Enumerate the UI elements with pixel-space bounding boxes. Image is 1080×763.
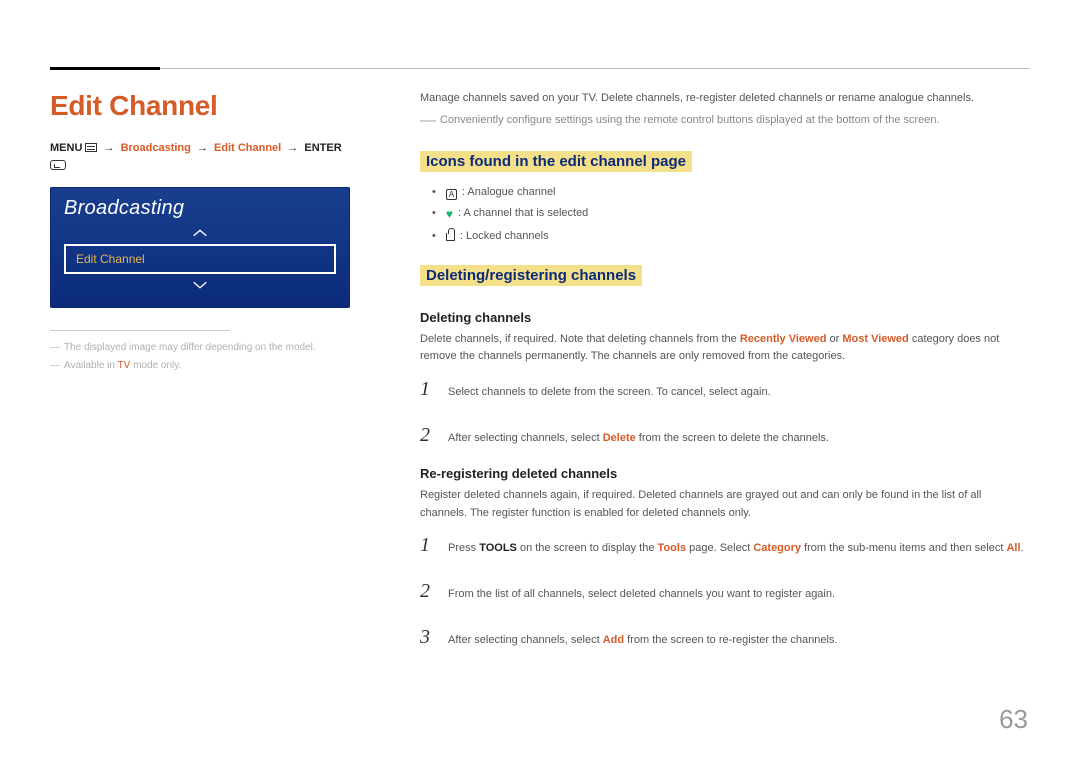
footnote-divider [50,330,230,331]
reregister-text: Register deleted channels again, if requ… [420,487,1030,522]
chevron-up-icon [64,226,336,242]
breadcrumb: MENU → Broadcasting → Edit Channel → ENT… [50,140,350,175]
lock-icon [446,233,455,241]
deleting-channels-text: Delete channels, if required. Note that … [420,331,1030,366]
reregister-step-1: Press TOOLS on the screen to display the… [420,530,1030,560]
section-delete-register-title: Deleting/registering channels [420,265,642,286]
intro-text: Manage channels saved on your TV. Delete… [420,90,1030,108]
page-number: 63 [999,704,1028,735]
tv-menu-preview: Broadcasting Edit Channel [50,187,350,308]
breadcrumb-edit-channel: Edit Channel [214,142,281,154]
page-title: Edit Channel [50,90,350,122]
legend-locked: : Locked channels [432,226,1030,247]
enter-icon [50,160,66,170]
footnote-1: ―The displayed image may differ dependin… [50,339,350,357]
breadcrumb-enter: ENTER [304,142,341,154]
delete-steps: Select channels to delete from the scree… [420,374,1030,450]
heart-icon: ♥ [446,203,453,226]
reregister-step-3: After selecting channels, select Add fro… [420,622,1030,652]
reregister-heading: Re-registering deleted channels [420,466,1030,481]
reregister-step-2: From the list of all channels, select de… [420,576,1030,606]
deleting-channels-heading: Deleting channels [420,310,1030,325]
delete-step-2: After selecting channels, select Delete … [420,420,1030,450]
right-column: Manage channels saved on your TV. Delete… [420,90,1030,668]
chevron-down-icon [64,278,336,294]
manual-page: Edit Channel MENU → Broadcasting → Edit … [0,0,1080,763]
intro-note: ―Conveniently configure settings using t… [420,108,1030,134]
tv-menu-title: Broadcasting [64,197,336,220]
legend-selected: ♥ : A channel that is selected [432,203,1030,226]
reregister-steps: Press TOOLS on the screen to display the… [420,530,1030,652]
breadcrumb-broadcasting: Broadcasting [121,142,191,154]
delete-step-1: Select channels to delete from the scree… [420,374,1030,404]
breadcrumb-menu: MENU [50,142,82,154]
legend-analogue: A : Analogue channel [432,182,1030,203]
footnote-2: ―Available in TV mode only. [50,357,350,375]
menu-icon [85,143,97,152]
tv-menu-item-edit-channel: Edit Channel [64,244,336,274]
section-icons-title: Icons found in the edit channel page [420,151,692,172]
analogue-icon: A [446,189,457,200]
header-accent [50,67,160,70]
icon-legend: A : Analogue channel ♥ : A channel that … [420,182,1030,247]
left-column: Edit Channel MENU → Broadcasting → Edit … [50,90,350,668]
header-rule [50,68,1030,69]
